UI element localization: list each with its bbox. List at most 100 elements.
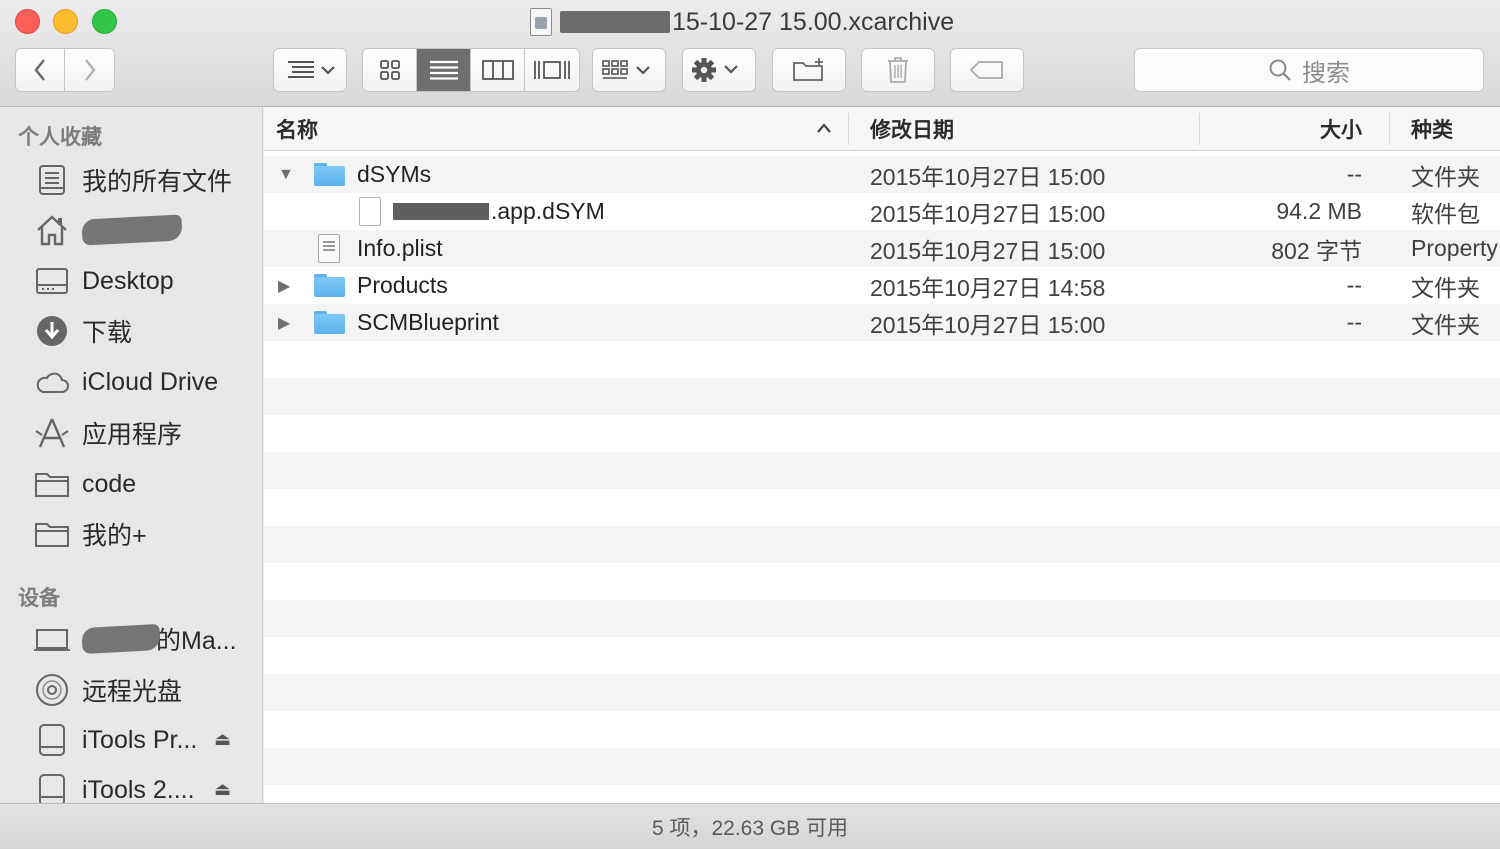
sidebar-item-applications[interactable]: 应用程序 <box>34 411 182 455</box>
action-menu-button[interactable] <box>682 48 756 92</box>
empty-row <box>264 748 1500 785</box>
zoom-window-button[interactable] <box>92 9 117 34</box>
back-button[interactable] <box>16 49 66 91</box>
sidebar-item-desktop[interactable]: Desktop <box>34 259 174 303</box>
table-row[interactable]: Info.plist 2015年10月27日 15:00 802 字节 Prop… <box>264 230 1500 267</box>
file-name: Products <box>357 272 448 298</box>
drive-icon <box>34 772 70 803</box>
table-row[interactable]: ▶ Products 2015年10月27日 14:58 -- 文件夹 <box>264 267 1500 304</box>
column-header-size[interactable]: 大小 <box>1320 107 1362 151</box>
redacted-device-name <box>81 623 161 655</box>
column-divider[interactable] <box>848 113 849 145</box>
icon-view-button[interactable] <box>363 49 417 91</box>
favorites-header: 个人收藏 <box>18 126 102 149</box>
sidebar-item-label: 远程光盘 <box>82 678 183 706</box>
eject-icon[interactable]: ⏏ <box>214 729 231 750</box>
minimize-window-button[interactable] <box>53 9 78 34</box>
sidebar-item-home[interactable] <box>34 208 183 252</box>
arrange-button[interactable] <box>273 48 347 92</box>
cover-flow-icon <box>534 61 570 79</box>
new-folder-button[interactable] <box>772 48 846 92</box>
sidebar-item-remote-disc[interactable]: 远程光盘 <box>34 668 182 712</box>
sidebar-item-downloads[interactable]: 下载 <box>34 309 132 353</box>
column-divider[interactable] <box>1389 113 1390 145</box>
search-placeholder: 搜索 <box>1302 59 1350 87</box>
close-window-button[interactable] <box>15 9 40 34</box>
folder-icon <box>314 311 345 334</box>
search-field[interactable]: 搜索 <box>1134 48 1484 92</box>
desktop-icon <box>34 263 70 299</box>
disclosure-triangle-collapsed-icon[interactable]: ▶ <box>278 267 290 304</box>
list-arrange-icon <box>288 61 335 78</box>
all-files-icon <box>34 162 70 198</box>
view-mode-control <box>362 48 580 92</box>
file-kind: 文件夹 <box>1411 311 1480 338</box>
empty-row <box>264 563 1500 600</box>
file-name: dSYMs <box>357 161 432 187</box>
sidebar-item-label: 的Ma... <box>156 627 237 655</box>
sidebar-item-label: 应用程序 <box>82 421 183 449</box>
sidebar-item-label: iCloud Drive <box>82 367 219 396</box>
chevron-left-icon <box>34 59 45 81</box>
table-row[interactable]: .app.dSYM 2015年10月27日 15:00 94.2 MB 软件包 <box>264 193 1500 230</box>
column-header-row: 名称 修改日期 大小 种类 <box>264 107 1500 151</box>
file-kind: 软件包 <box>1411 200 1480 227</box>
sidebar-item-label: 下载 <box>82 319 133 347</box>
empty-row <box>264 600 1500 637</box>
disc-icon <box>34 672 70 708</box>
folder-icon <box>34 516 70 552</box>
file-size: 94.2 MB <box>1276 198 1362 224</box>
devices-header: 设备 <box>18 587 60 610</box>
column-view-button[interactable] <box>471 49 525 91</box>
redacted-title-prefix <box>560 11 670 33</box>
move-to-trash-button[interactable] <box>861 48 935 92</box>
laptop-icon <box>34 621 70 657</box>
package-icon <box>359 197 381 226</box>
file-date: 2015年10月27日 15:00 <box>870 200 1106 227</box>
edit-tags-button[interactable] <box>950 48 1024 92</box>
column-header-kind[interactable]: 种类 <box>1411 107 1453 151</box>
folder-icon <box>314 163 345 186</box>
sidebar-item-code[interactable]: code <box>34 462 136 506</box>
window-title: 15-10-27 15.00.xcarchive <box>530 6 954 38</box>
cover-flow-button[interactable] <box>525 49 579 91</box>
sidebar-item-label: iTools Pr... <box>82 725 198 754</box>
folder-icon <box>34 466 70 502</box>
file-size: -- <box>1346 272 1362 298</box>
sidebar-item-mac[interactable]: 的Ma... <box>34 617 237 661</box>
empty-row <box>264 415 1500 452</box>
sidebar-item-all-files[interactable]: 我的所有文件 <box>34 158 232 202</box>
column-divider[interactable] <box>1199 113 1200 145</box>
navigation-buttons <box>15 48 115 92</box>
sidebar-item-itools-pro[interactable]: iTools Pr... <box>34 718 197 762</box>
disclosure-triangle-expanded-icon[interactable]: ▼ <box>278 156 294 193</box>
forward-button[interactable] <box>65 49 114 91</box>
column-header-name[interactable]: 名称 <box>276 107 318 151</box>
empty-row <box>264 526 1500 563</box>
sidebar-item-label: code <box>82 469 137 498</box>
file-date: 2015年10月27日 14:58 <box>870 274 1106 301</box>
eject-icon[interactable]: ⏏ <box>214 779 231 800</box>
redacted-username <box>81 214 183 246</box>
group-icon <box>602 60 650 79</box>
gear-icon <box>692 58 738 82</box>
table-row[interactable]: ▶ SCMBlueprint 2015年10月27日 15:00 -- 文件夹 <box>264 304 1500 341</box>
status-bar: 5 项，22.63 GB 可用 <box>0 803 1500 849</box>
column-header-date[interactable]: 修改日期 <box>870 107 954 151</box>
empty-row <box>264 674 1500 711</box>
sidebar: 个人收藏 我的所有文件 Desktop 下载 iCloud Drive 应用程序… <box>0 107 263 803</box>
list-view-button[interactable] <box>417 49 471 91</box>
table-row[interactable]: ▼ dSYMs 2015年10月27日 15:00 -- 文件夹 <box>264 156 1500 193</box>
file-name: SCMBlueprint <box>357 309 499 335</box>
cloud-icon <box>34 364 70 400</box>
file-date: 2015年10月27日 15:00 <box>870 237 1106 264</box>
list-icon <box>429 60 458 80</box>
sidebar-item-icloud-drive[interactable]: iCloud Drive <box>34 360 218 404</box>
archive-document-icon <box>530 8 552 36</box>
file-date: 2015年10月27日 15:00 <box>870 163 1106 190</box>
sidebar-item-itools-2[interactable]: iTools 2.... <box>34 768 195 803</box>
disclosure-triangle-collapsed-icon[interactable]: ▶ <box>278 304 290 341</box>
sidebar-item-my-plus[interactable]: 我的+ <box>34 512 147 556</box>
window-title-text: 15-10-27 15.00.xcarchive <box>672 7 955 36</box>
group-by-button[interactable] <box>592 48 666 92</box>
